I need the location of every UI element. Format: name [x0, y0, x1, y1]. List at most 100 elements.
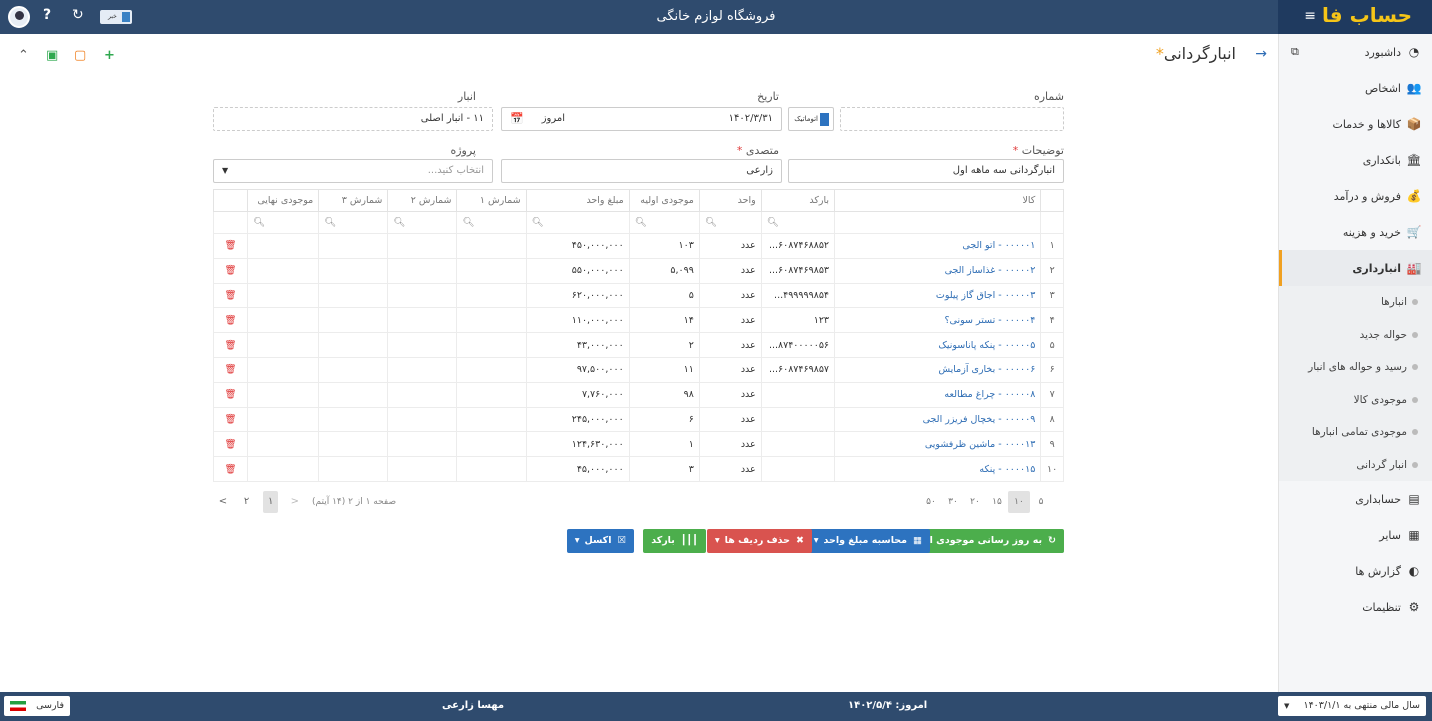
unit-price-cell[interactable]: ۴۵۰,۰۰۰,۰۰۰ [525, 233, 630, 259]
refresh-icon[interactable]: ↻ [72, 7, 84, 23]
column-header[interactable]: کالا [834, 189, 1042, 212]
auto-toggle[interactable]: اتوماتیک [788, 107, 834, 131]
trash-icon[interactable]: 🗑︎ [212, 282, 249, 309]
column-header[interactable]: بارکد [760, 189, 836, 212]
page-size-option[interactable]: ۵ [1030, 491, 1052, 513]
count-cell[interactable] [247, 282, 320, 309]
column-header[interactable]: شمارش ۳ [318, 189, 389, 212]
count-cell[interactable] [318, 356, 389, 383]
save-icon[interactable]: ▣ [46, 48, 58, 63]
count-cell[interactable] [318, 456, 389, 482]
unit-price-cell[interactable]: ۹۷,۵۰۰,۰۰۰ [525, 356, 630, 383]
trash-icon[interactable]: 🗑︎ [212, 456, 249, 482]
count-cell[interactable] [456, 356, 527, 383]
count-cell[interactable] [456, 233, 527, 259]
count-cell[interactable] [456, 381, 527, 408]
delete-rows-button[interactable]: ✖ حذف ردیف ها ▾ [706, 529, 812, 553]
table-row[interactable]: ۳ ۰۰۰۰۰۳ - اجاق گاز پیلوت ...۴۹۹۹۹۹۸۵۴ عدد ۵… [212, 282, 1064, 309]
sidebar-subitem[interactable]: انبار گردانی [1279, 448, 1432, 481]
table-row[interactable]: ۵ ۰۰۰۰۰۵ - پنکه پاناسونیک ...۸۷۴۰۰۰۰۰۵۶ عدد… [212, 332, 1064, 358]
count-cell[interactable] [456, 257, 527, 284]
sidebar-item-misc[interactable]: ▦ سایر [1279, 517, 1432, 553]
table-row[interactable]: ۹ ۰۰۰۰۱۳ - ماشین ظرفشویی عدد ۱ ۱۲۴,۶۳۰,۰۰۰ 🗑︎ [212, 431, 1064, 458]
search-icon[interactable]: 🔍︎ [393, 217, 405, 228]
news-button[interactable]: خبر [100, 10, 132, 24]
unit-price-cell[interactable]: ۱۱۰,۰۰۰,۰۰۰ [525, 307, 630, 334]
count-cell[interactable] [318, 332, 389, 358]
sidebar-item-bank[interactable]: 🏛 بانکداری [1279, 142, 1432, 178]
collapse-icon[interactable]: ⌃ [18, 48, 29, 63]
count-cell[interactable] [387, 257, 458, 284]
count-cell[interactable] [247, 233, 320, 259]
column-header[interactable]: موجودی نهایی [247, 189, 320, 212]
trash-icon[interactable]: 🗑︎ [212, 381, 249, 408]
count-cell[interactable] [318, 381, 389, 408]
item-link[interactable]: ۰۰۰۰۱۳ - ماشین ظرفشویی [834, 431, 1042, 458]
search-icon[interactable]: 🔍︎ [635, 217, 647, 228]
search-icon[interactable]: 🔍︎ [532, 217, 544, 228]
filter-cell[interactable]: 🔍︎ [760, 211, 836, 234]
count-cell[interactable] [387, 406, 458, 433]
table-row[interactable]: ۷ ۰۰۰۰۰۸ - چراغ مطالعه عدد ۹۸ ۷,۷۶۰,۰۰۰ 🗑︎ [212, 381, 1064, 408]
page-2-button[interactable]: ۲ [240, 491, 254, 513]
count-cell[interactable] [456, 332, 527, 358]
filter-cell[interactable] [834, 211, 1042, 234]
avatar[interactable] [8, 6, 30, 28]
column-header[interactable]: موجودی اولیه [628, 189, 700, 212]
unit-price-cell[interactable]: ۲۴۵,۰۰۰,۰۰۰ [525, 406, 630, 433]
sidebar-item-sales[interactable]: 💰 فروش و درآمد [1279, 178, 1432, 214]
trash-icon[interactable]: 🗑︎ [212, 356, 249, 383]
new-file-icon[interactable]: ▢ [74, 48, 86, 63]
back-arrow-icon[interactable]: → [1255, 46, 1267, 62]
count-cell[interactable] [318, 307, 389, 334]
count-cell[interactable] [387, 332, 458, 358]
sidebar-subitem[interactable]: موجودی تمامی انبارها [1279, 416, 1432, 449]
filter-cell[interactable]: 🔍︎ [698, 211, 762, 234]
fiscal-year-select[interactable]: سال مالی منتهی به ۱۴۰۳/۱/۱ ▼ [1278, 696, 1426, 716]
table-row[interactable]: ۶ ۰۰۰۰۰۶ - بخاری آزمایش ...۶۰۸۷۴۶۹۸۵۷ عدد ۱۱… [212, 356, 1064, 383]
count-cell[interactable] [247, 356, 320, 383]
count-cell[interactable] [318, 233, 389, 259]
sidebar-item-settings[interactable]: ⚙ تنظیمات [1279, 589, 1432, 625]
sidebar-item-warehouse[interactable]: 🏭 انبارداری [1279, 250, 1432, 286]
language-select[interactable]: فارسی [4, 696, 70, 716]
search-icon[interactable]: 🔍︎ [253, 217, 265, 228]
search-icon[interactable]: 🔍︎ [324, 217, 336, 228]
filter-cell[interactable]: 🔍︎ [628, 211, 700, 234]
add-icon[interactable]: + [104, 48, 115, 63]
search-icon[interactable]: 🔍︎ [705, 217, 717, 228]
page-size-option[interactable]: ۵۰ [920, 491, 942, 513]
item-link[interactable]: ۰۰۰۰۰۳ - اجاق گاز پیلوت [834, 282, 1042, 309]
count-cell[interactable] [247, 332, 320, 358]
unit-price-cell[interactable]: ۶۲۰,۰۰۰,۰۰۰ [525, 282, 630, 309]
menu-toggle-icon[interactable]: ≡ [1304, 8, 1316, 24]
prev-page-button[interactable]: < [216, 491, 230, 513]
today-shortcut[interactable]: امروز [542, 108, 565, 130]
table-row[interactable]: ۴ ۰۰۰۰۰۴ - تستر سونی؟ ۱۲۳ عدد ۱۴ ۱۱۰,۰۰۰,۰۰۰ 🗑… [212, 307, 1064, 334]
column-header[interactable]: مبلغ واحد [525, 189, 630, 212]
count-cell[interactable] [318, 257, 389, 284]
sidebar-item-dashboard[interactable]: ◔ داشبورد [1279, 34, 1432, 70]
filter-cell[interactable]: 🔍︎ [387, 211, 458, 234]
page-size-option[interactable]: ۱۰ [1008, 491, 1030, 513]
count-cell[interactable] [387, 431, 458, 458]
page-1-button[interactable]: ۱ [263, 491, 279, 513]
page-size-option[interactable]: ۳۰ [942, 491, 964, 513]
count-cell[interactable] [318, 406, 389, 433]
search-icon[interactable]: 🔍︎ [767, 217, 779, 228]
item-link[interactable]: ۰۰۰۰۱۵ - پنکه [834, 456, 1042, 482]
description-input[interactable]: انبارگردانی سه ماهه اول [788, 159, 1064, 183]
item-link[interactable]: ۰۰۰۰۰۹ - یخچال فریزر الجی [834, 406, 1042, 433]
page-size-option[interactable]: ۱۵ [986, 491, 1008, 513]
count-cell[interactable] [456, 456, 527, 482]
unit-price-cell[interactable]: ۴۵,۰۰۰,۰۰۰ [525, 456, 630, 482]
count-cell[interactable] [456, 307, 527, 334]
count-cell[interactable] [456, 406, 527, 433]
warehouse-field[interactable]: ۱۱ - انبار اصلی [213, 107, 493, 131]
sidebar-item-ledger[interactable]: ▤ حسابداری [1279, 481, 1432, 517]
count-cell[interactable] [387, 456, 458, 482]
sidebar-item-cart[interactable]: 🛒 خرید و هزینه [1279, 214, 1432, 250]
sidebar-item-box[interactable]: 📦 کالاها و خدمات [1279, 106, 1432, 142]
sidebar-subitem[interactable]: انبارها [1279, 286, 1432, 319]
count-cell[interactable] [456, 282, 527, 309]
